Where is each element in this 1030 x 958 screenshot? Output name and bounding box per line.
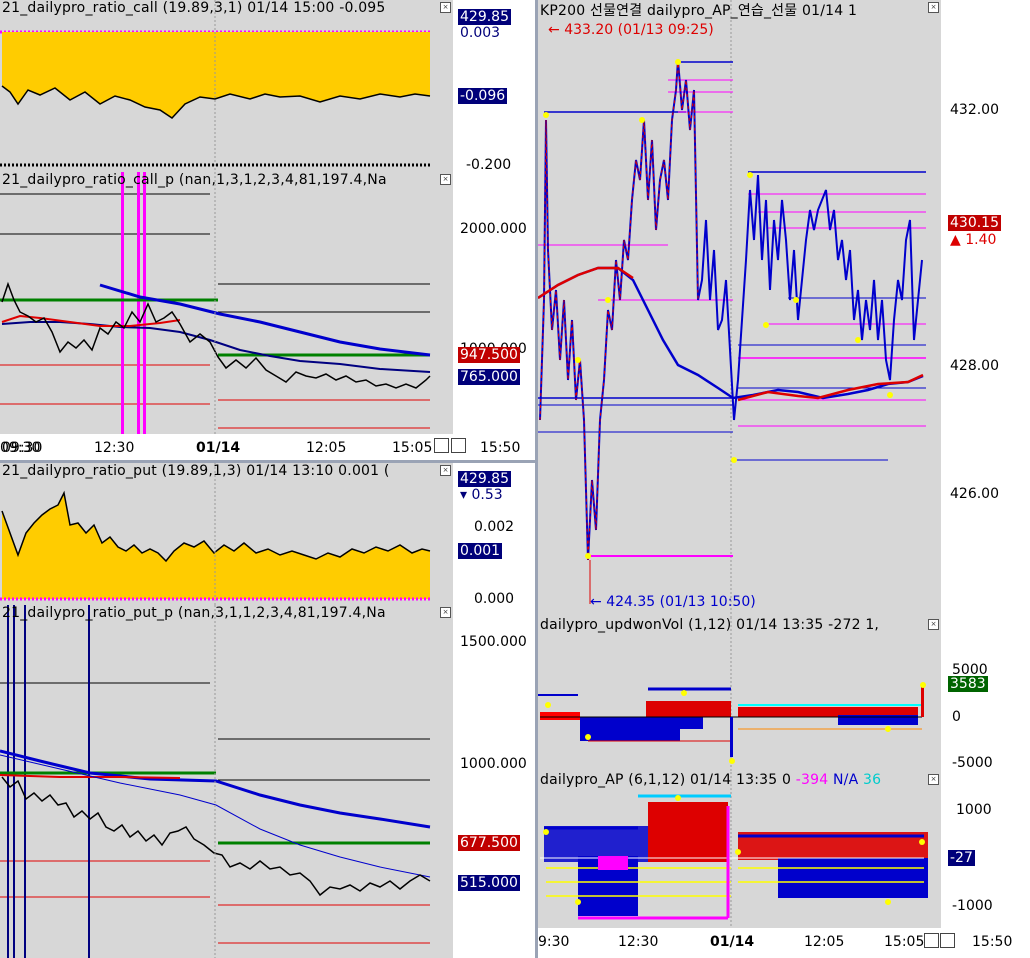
ap-pane: dailypro_AP (6,1,12) 01/14 13:35 0 -394 … (538, 772, 1030, 958)
vol-axis-label: -5000 (952, 755, 993, 771)
put-ratio-axis-label: 0.002 (474, 519, 515, 535)
x-tick-label: 12:30 (618, 934, 659, 950)
price-change-value: 1.40 (965, 232, 997, 248)
put-ratio-pane: 21_dailypro_ratio_put (19.89,1,3) 01/14 … (0, 463, 535, 605)
period-low-value: 424.35 (01/13 10:50) (606, 594, 756, 610)
pane-close-icon[interactable]: × (440, 465, 451, 476)
call-ratio-title: 21_dailypro_ratio_call (19.89,3,1) 01/14… (2, 0, 386, 16)
put-p-red-tag: 677.500 (458, 835, 520, 851)
updown-vol-pane: dailypro_updwonVol (1,12) 01/14 13:35 -2… (538, 617, 1030, 772)
x-tick-label: 01/14 (196, 440, 241, 456)
price-change: ▲ 1.40 (950, 232, 997, 248)
vol-axis-label: 0 (952, 709, 961, 725)
call-ratio-axis-label: -0.200 (466, 157, 512, 172)
period-high-label: ← 433.20 (01/13 09:25) (548, 22, 714, 38)
pane-close-icon[interactable]: × (440, 2, 451, 13)
price-plot[interactable]: KP200 선물연결 dailypro_AP_연습_선물 01/14 1 × ←… (538, 0, 941, 617)
pane-close-icon[interactable]: × (928, 2, 939, 13)
vol-value-tag: 3583 (948, 676, 988, 692)
pane-close-icon[interactable]: × (928, 774, 939, 785)
updown-vol-title: dailypro_updwonVol (1,12) 01/14 13:35 -2… (540, 617, 880, 633)
magnifier-icon[interactable] (451, 438, 466, 453)
price-axis-label: 432.00 (950, 102, 999, 118)
pane-close-icon[interactable]: × (440, 174, 451, 185)
x-tick-label: 12:30 (94, 440, 135, 456)
put-ratio-small-tag: ▾ 0.53 (460, 487, 503, 503)
time-footer: 15:50 (480, 440, 521, 456)
put-ratio-axis-label: 0.000 (474, 591, 515, 605)
updown-vol-chart (538, 617, 926, 772)
x-tick-label: 01/14 (710, 934, 755, 950)
put-ratio-small-value: 0.53 (471, 487, 503, 503)
x-tick-label: 09:30 (2, 440, 43, 456)
price-axis-label: 428.00 (950, 358, 999, 374)
put-p-axis-label: 1500.000 (460, 634, 527, 650)
call-ratio-pane: 21_dailypro_ratio_call (19.89,3,1) 01/14… (0, 0, 535, 172)
call-ratio-value-tag: -0.096 (458, 88, 508, 104)
x-tick-label: 12:05 (804, 934, 845, 950)
ap-axis-label: -1000 (952, 898, 993, 914)
x-tick-label: 12:05 (306, 440, 347, 456)
price-chart (538, 0, 926, 617)
price-pane: KP200 선물연결 dailypro_AP_연습_선물 01/14 1 × ←… (538, 0, 1030, 617)
current-price-tag: 430.15 (948, 215, 1001, 231)
pencil-icon[interactable] (434, 438, 449, 453)
time-footer: 15:50 (972, 934, 1013, 950)
put-p-title: 21_dailypro_ratio_put_p (nan,3,1,1,2,3,4… (2, 605, 386, 621)
ap-title-text: dailypro_AP (6,1,12) 01/14 13:35 0 (540, 772, 792, 788)
price-title: KP200 선물연결 dailypro_AP_연습_선물 01/14 1 (540, 3, 858, 19)
call-p-axis-label: 2000.000 (460, 221, 527, 237)
period-low-label: ← 424.35 (01/13 10:50) (590, 594, 756, 610)
pencil-icon[interactable] (924, 933, 939, 948)
ap-title-value-2: N/A (833, 772, 859, 788)
price-axis-label: 426.00 (950, 486, 999, 502)
ap-title: dailypro_AP (6,1,12) 01/14 13:35 0 -394 … (540, 772, 881, 788)
put-p-pane: 21_dailypro_ratio_put_p (nan,3,1,1,2,3,4… (0, 605, 535, 958)
x-tick-label: 15:05 (884, 934, 925, 950)
call-p-pane: 21_dailypro_ratio_call_p (nan,1,3,1,2,3,… (0, 172, 535, 460)
call-p-navy-tag: 765.000 (458, 369, 520, 385)
ap-chart (540, 772, 928, 928)
magnifier-icon[interactable] (940, 933, 955, 948)
ap-plot[interactable]: dailypro_AP (6,1,12) 01/14 13:35 0 -394 … (538, 772, 941, 928)
ap-title-value-3: 36 (863, 772, 882, 788)
call-p-chart (0, 172, 431, 434)
put-ratio-top-tag: 429.85 (458, 471, 511, 487)
call-p-plot[interactable]: 21_dailypro_ratio_call_p (nan,1,3,1,2,3,… (0, 172, 453, 456)
put-ratio-plot[interactable]: 21_dailypro_ratio_put (19.89,1,3) 01/14 … (0, 463, 453, 605)
put-ratio-chart (0, 463, 431, 605)
call-p-red-tag: 947.500 (458, 347, 520, 363)
put-p-axis-label: 1000.000 (460, 756, 527, 772)
ap-title-value-1: -394 (795, 772, 829, 788)
put-p-navy-tag: 515.000 (458, 875, 520, 891)
pane-close-icon[interactable]: × (440, 607, 451, 618)
call-p-title: 21_dailypro_ratio_call_p (nan,1,3,1,2,3,… (2, 172, 387, 188)
x-tick-label: 9:30 (538, 934, 570, 950)
ap-value-tag: -27 (948, 850, 975, 866)
put-ratio-title: 21_dailypro_ratio_put (19.89,1,3) 01/14 … (2, 463, 390, 479)
put-ratio-value-tag: 0.001 (458, 543, 503, 559)
call-ratio-axis-label: 0.003 (460, 25, 501, 41)
pane-close-icon[interactable]: × (928, 619, 939, 630)
call-ratio-plot[interactable]: 21_dailypro_ratio_call (19.89,3,1) 01/14… (0, 0, 453, 172)
call-ratio-top-tag: 429.85 (458, 9, 511, 25)
x-tick-label: 15:05 (392, 440, 433, 456)
put-p-chart (0, 605, 431, 958)
updown-vol-plot[interactable]: dailypro_updwonVol (1,12) 01/14 13:35 -2… (538, 617, 941, 772)
put-p-plot[interactable]: 21_dailypro_ratio_put_p (nan,3,1,1,2,3,4… (0, 605, 453, 958)
ap-axis-label: 1000 (956, 802, 992, 818)
period-high-value: 433.20 (01/13 09:25) (564, 22, 714, 38)
call-ratio-chart (0, 0, 431, 172)
